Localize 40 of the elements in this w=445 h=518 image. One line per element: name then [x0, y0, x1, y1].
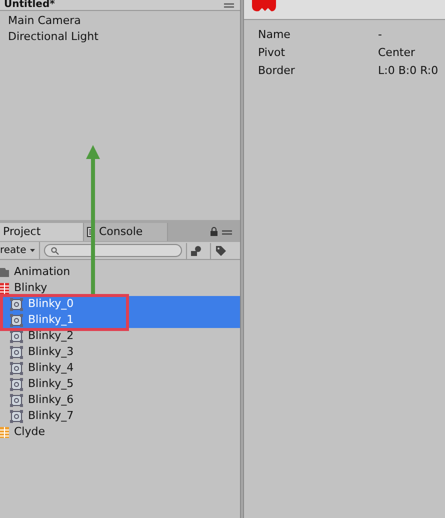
panel-tab[interactable]: Project: [0, 223, 84, 241]
panel-tab[interactable]: Console: [84, 223, 168, 241]
tag-icon: [216, 246, 226, 256]
property-value: Center: [378, 44, 416, 61]
lock-icon[interactable]: [210, 227, 218, 236]
project-item[interactable]: Blinky: [0, 280, 240, 296]
caret-icon: [30, 249, 36, 252]
property-label: Border: [258, 62, 296, 79]
project-item[interactable]: Blinky_7: [0, 408, 240, 424]
project-item[interactable]: Blinky_2: [0, 328, 240, 344]
sprite-icon: [10, 410, 23, 422]
project-item[interactable]: Blinky_1: [0, 312, 240, 328]
project-item[interactable]: Blinky_4: [0, 360, 240, 376]
project-item[interactable]: Clyde: [0, 424, 240, 440]
menu-icon[interactable]: [224, 3, 234, 9]
sprite-icon: [10, 298, 23, 310]
property-value: L:0 B:0 R:0: [378, 62, 438, 79]
menu-icon[interactable]: [222, 230, 232, 236]
search-icon: [51, 246, 60, 254]
property-label: Pivot: [258, 44, 286, 61]
project-item[interactable]: Blinky_6: [0, 392, 240, 408]
sprite-icon: [10, 346, 23, 358]
sprite-icon: [10, 378, 23, 390]
project-item[interactable]: Blinky_3: [0, 344, 240, 360]
sprite-icon: [10, 362, 23, 374]
project-item[interactable]: Animation: [0, 264, 240, 280]
project-item[interactable]: Blinky_5: [0, 376, 240, 392]
sprite-icon: [10, 394, 23, 406]
property-label: Name: [258, 26, 292, 43]
sprite-preview-icon: [251, 0, 277, 12]
sprite-icon: [10, 314, 23, 326]
property-value: -: [378, 26, 382, 43]
shapes-icon: [191, 246, 202, 256]
project-item[interactable]: Blinky_0: [0, 296, 240, 312]
sprite-icon: [10, 330, 23, 342]
hierarchy-item[interactable]: Directional Light: [0, 29, 240, 45]
search-field[interactable]: [44, 244, 182, 257]
folder-icon: [0, 267, 9, 277]
hierarchy-item[interactable]: Main Camera: [0, 13, 240, 29]
create-dropdown[interactable]: reate: [0, 242, 40, 259]
